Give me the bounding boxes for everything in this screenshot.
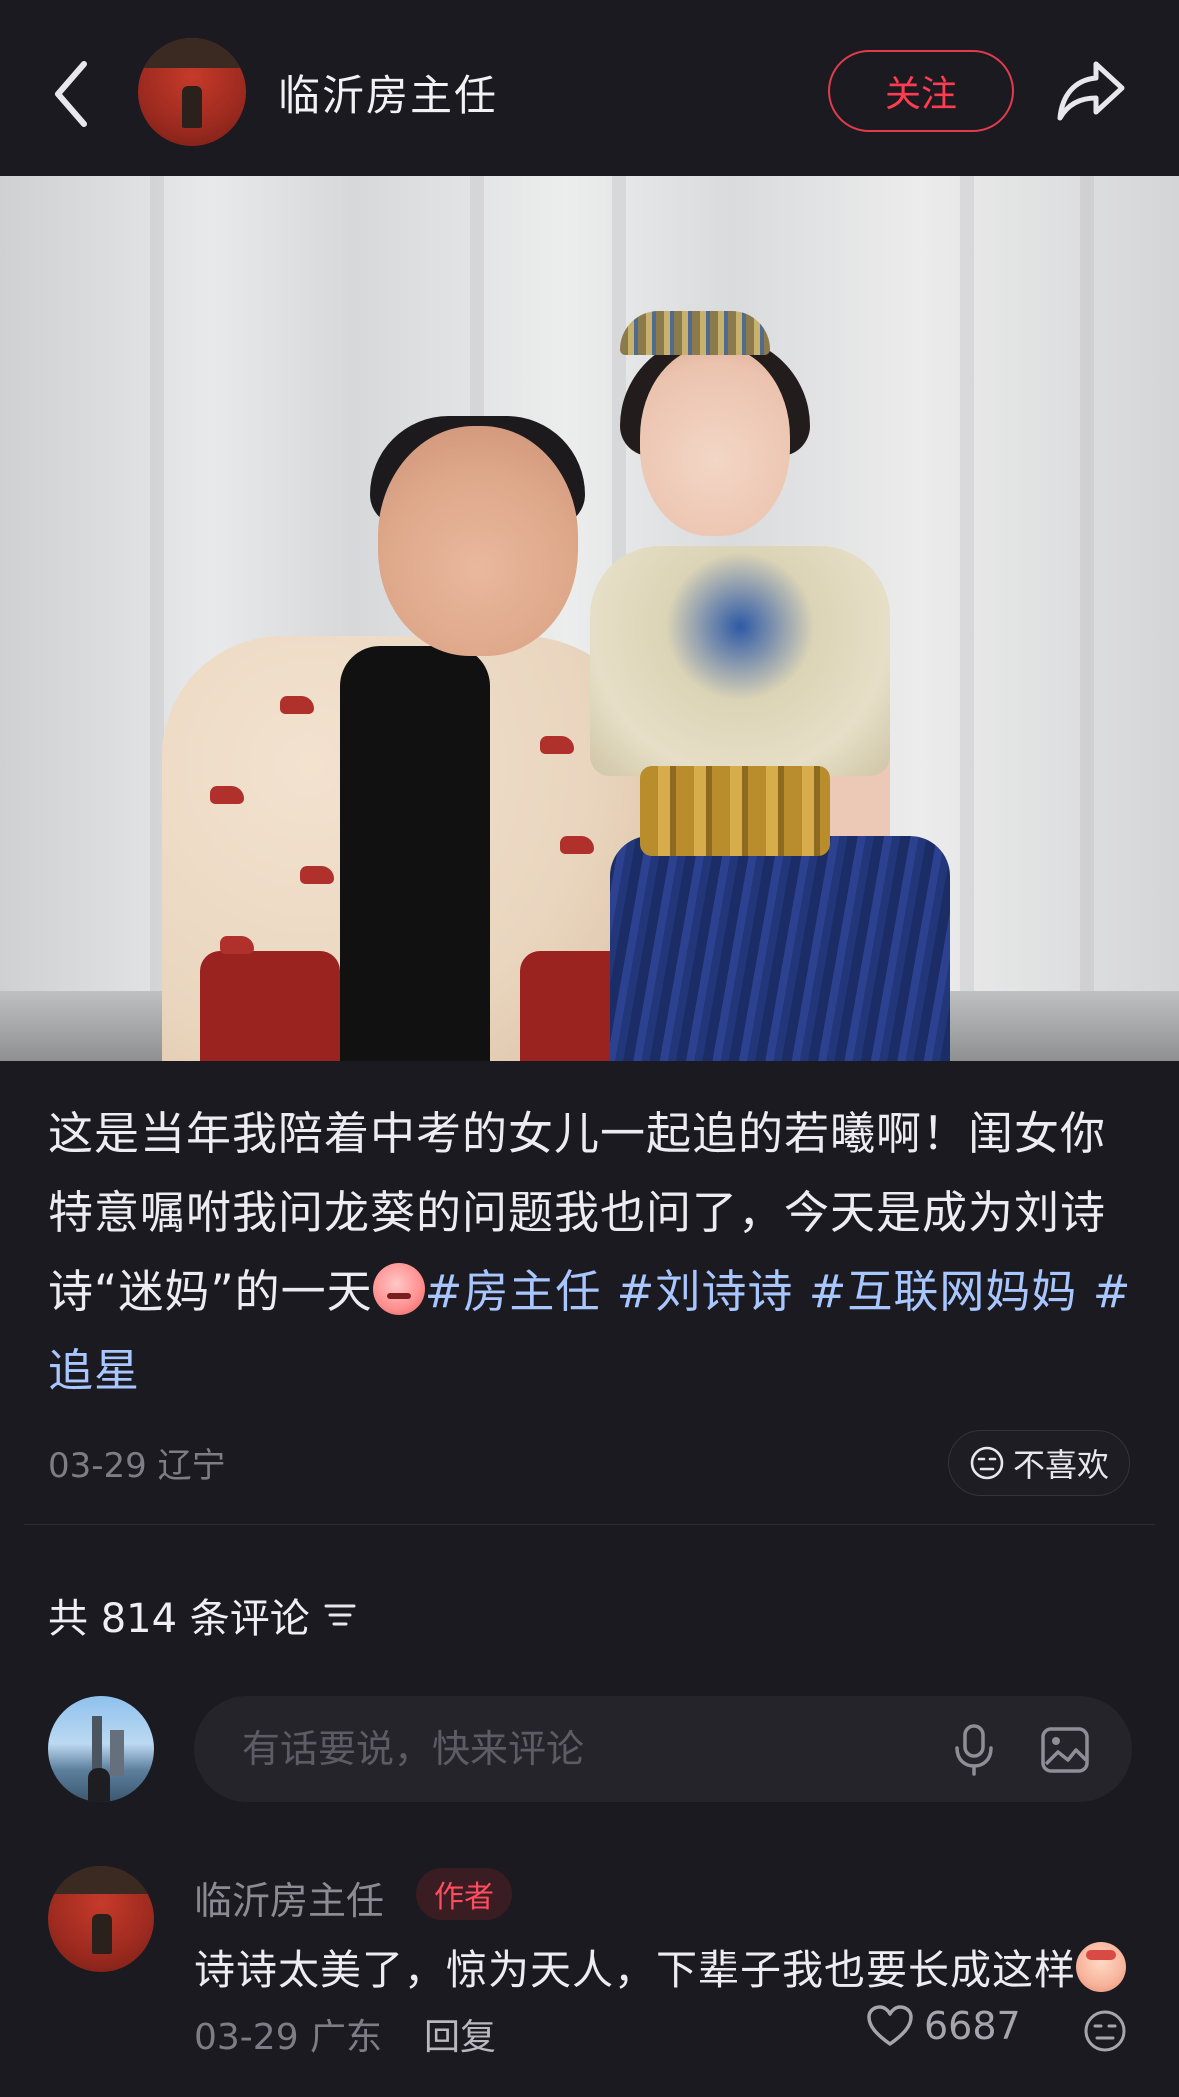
comments-header[interactable]: 共 814 条评论 xyxy=(48,1586,358,1644)
mic-icon[interactable] xyxy=(948,1722,1000,1778)
author-username[interactable]: 临沂房主任 xyxy=(278,62,498,123)
comment-date-location: 03-29 广东 xyxy=(194,2017,383,2058)
dislike-button[interactable]: 不喜欢 xyxy=(948,1430,1130,1496)
dislike-face-icon xyxy=(970,1446,1004,1480)
laughing-emoji-icon xyxy=(372,1263,425,1315)
post-caption: 这是当年我陪着中考的女儿一起追的若曦啊！闺女你特意嘱咐我问龙葵的问题我也问了，今… xyxy=(48,1094,1138,1410)
comment-text-content: 诗诗太美了，惊为天人，下辈子我也要长成这样 xyxy=(194,1946,1076,1994)
dislike-label: 不喜欢 xyxy=(1012,1446,1109,1484)
post-photo[interactable] xyxy=(0,176,1179,1061)
comment-text: 诗诗太美了，惊为天人，下辈子我也要长成这样 xyxy=(194,1936,1126,1996)
author-badge: 作者 xyxy=(416,1868,512,1920)
hashtag[interactable]: #互联网妈妈 xyxy=(809,1265,1078,1318)
top-bar: 临沂房主任 关注 xyxy=(0,0,1179,176)
back-arrow-icon[interactable] xyxy=(48,56,98,132)
author-avatar[interactable] xyxy=(138,38,246,146)
current-user-avatar xyxy=(48,1696,154,1802)
sort-icon[interactable] xyxy=(322,1597,358,1633)
like-count: 6687 xyxy=(924,2004,1021,2048)
share-icon[interactable] xyxy=(1056,58,1126,122)
heart-icon xyxy=(867,2005,913,2046)
blush-emoji-icon xyxy=(1076,1942,1126,1992)
dislike-face-icon[interactable] xyxy=(1082,2008,1128,2054)
commenter-username[interactable]: 临沂房主任 xyxy=(194,1870,384,1925)
comment-count: 共 814 条评论 xyxy=(48,1596,310,1642)
follow-button[interactable]: 关注 xyxy=(828,50,1014,132)
commenter-avatar[interactable] xyxy=(48,1866,154,1972)
post-date-location: 03-29 辽宁 xyxy=(48,1446,226,1486)
comment-input-box[interactable] xyxy=(194,1696,1132,1802)
comment-input[interactable] xyxy=(240,1726,884,1772)
image-icon[interactable] xyxy=(1040,1726,1090,1774)
like-button[interactable]: 6687 xyxy=(866,2004,1021,2048)
hashtag[interactable]: #刘诗诗 xyxy=(617,1265,794,1318)
reply-button[interactable]: 回复 xyxy=(424,2008,496,2060)
hashtag[interactable]: #房主任 xyxy=(425,1265,602,1318)
divider xyxy=(24,1524,1155,1525)
